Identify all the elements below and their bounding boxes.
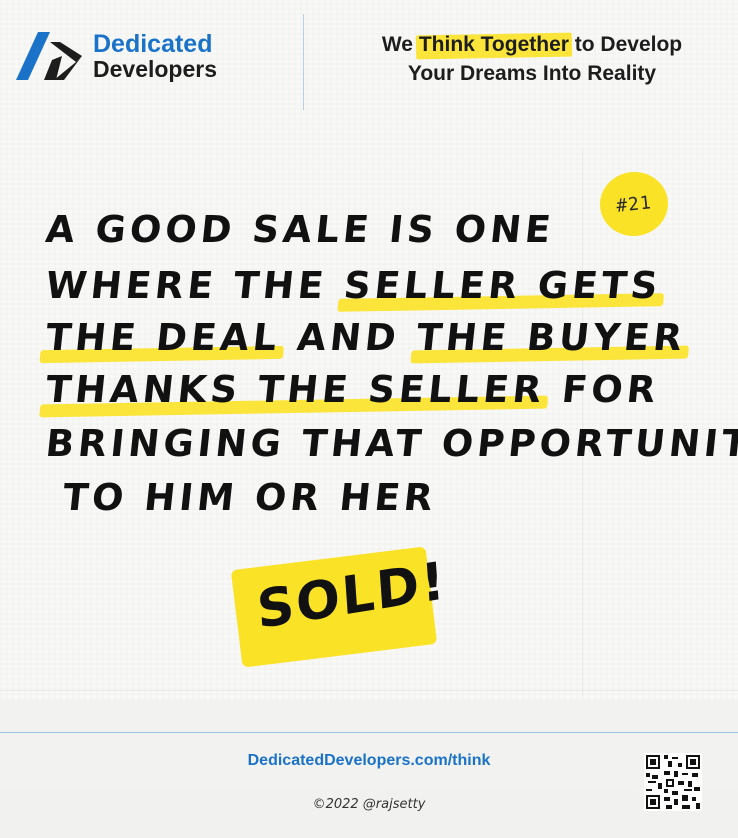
sold-stamp: SOLD! — [230, 546, 449, 668]
copyright: ©2022 @rajsetty — [312, 797, 426, 812]
tagline-suffix: to Develop — [568, 33, 683, 56]
tagline-prefix: We — [381, 33, 419, 56]
dedicated-developers-logo-icon — [16, 32, 82, 80]
quote-line: WHERE THE SELLER GETS — [43, 264, 664, 307]
qr-code-icon[interactable] — [644, 753, 702, 811]
footer-url-link[interactable]: DedicatedDevelopers.com/think — [0, 752, 738, 770]
quote-line: A GOOD SALE IS ONE — [43, 208, 557, 251]
tagline-highlight: Think Together — [419, 30, 569, 59]
footer-rule — [0, 732, 738, 733]
brand-name-line1: Dedicated — [93, 30, 213, 58]
badge-label: #21 — [615, 191, 653, 217]
header-divider — [303, 14, 304, 110]
quote-highlight: SELLER GETS — [341, 264, 664, 307]
quote-line: TO HIM OR HER — [43, 476, 439, 519]
page: Dedicated Developers We Think Together t… — [0, 0, 738, 838]
quote-highlight: THANKS THE SELLER — [43, 368, 548, 411]
quote-line: THANKS THE SELLER FOR — [43, 368, 662, 411]
quote-line: BRINGING THAT OPPORTUNITY — [43, 422, 738, 465]
brand-name-line2: Developers — [93, 56, 218, 82]
quote-highlight: THE DEAL — [43, 316, 283, 359]
tagline-line2: Your Dreams Into Reality — [407, 62, 657, 85]
quote-line: THE DEAL AND THE BUYER — [43, 316, 689, 359]
napkin-edge — [0, 690, 738, 691]
quote-highlight: THE BUYER — [414, 316, 689, 359]
tagline: We Think Together to Develop Your Dreams… — [332, 30, 732, 88]
